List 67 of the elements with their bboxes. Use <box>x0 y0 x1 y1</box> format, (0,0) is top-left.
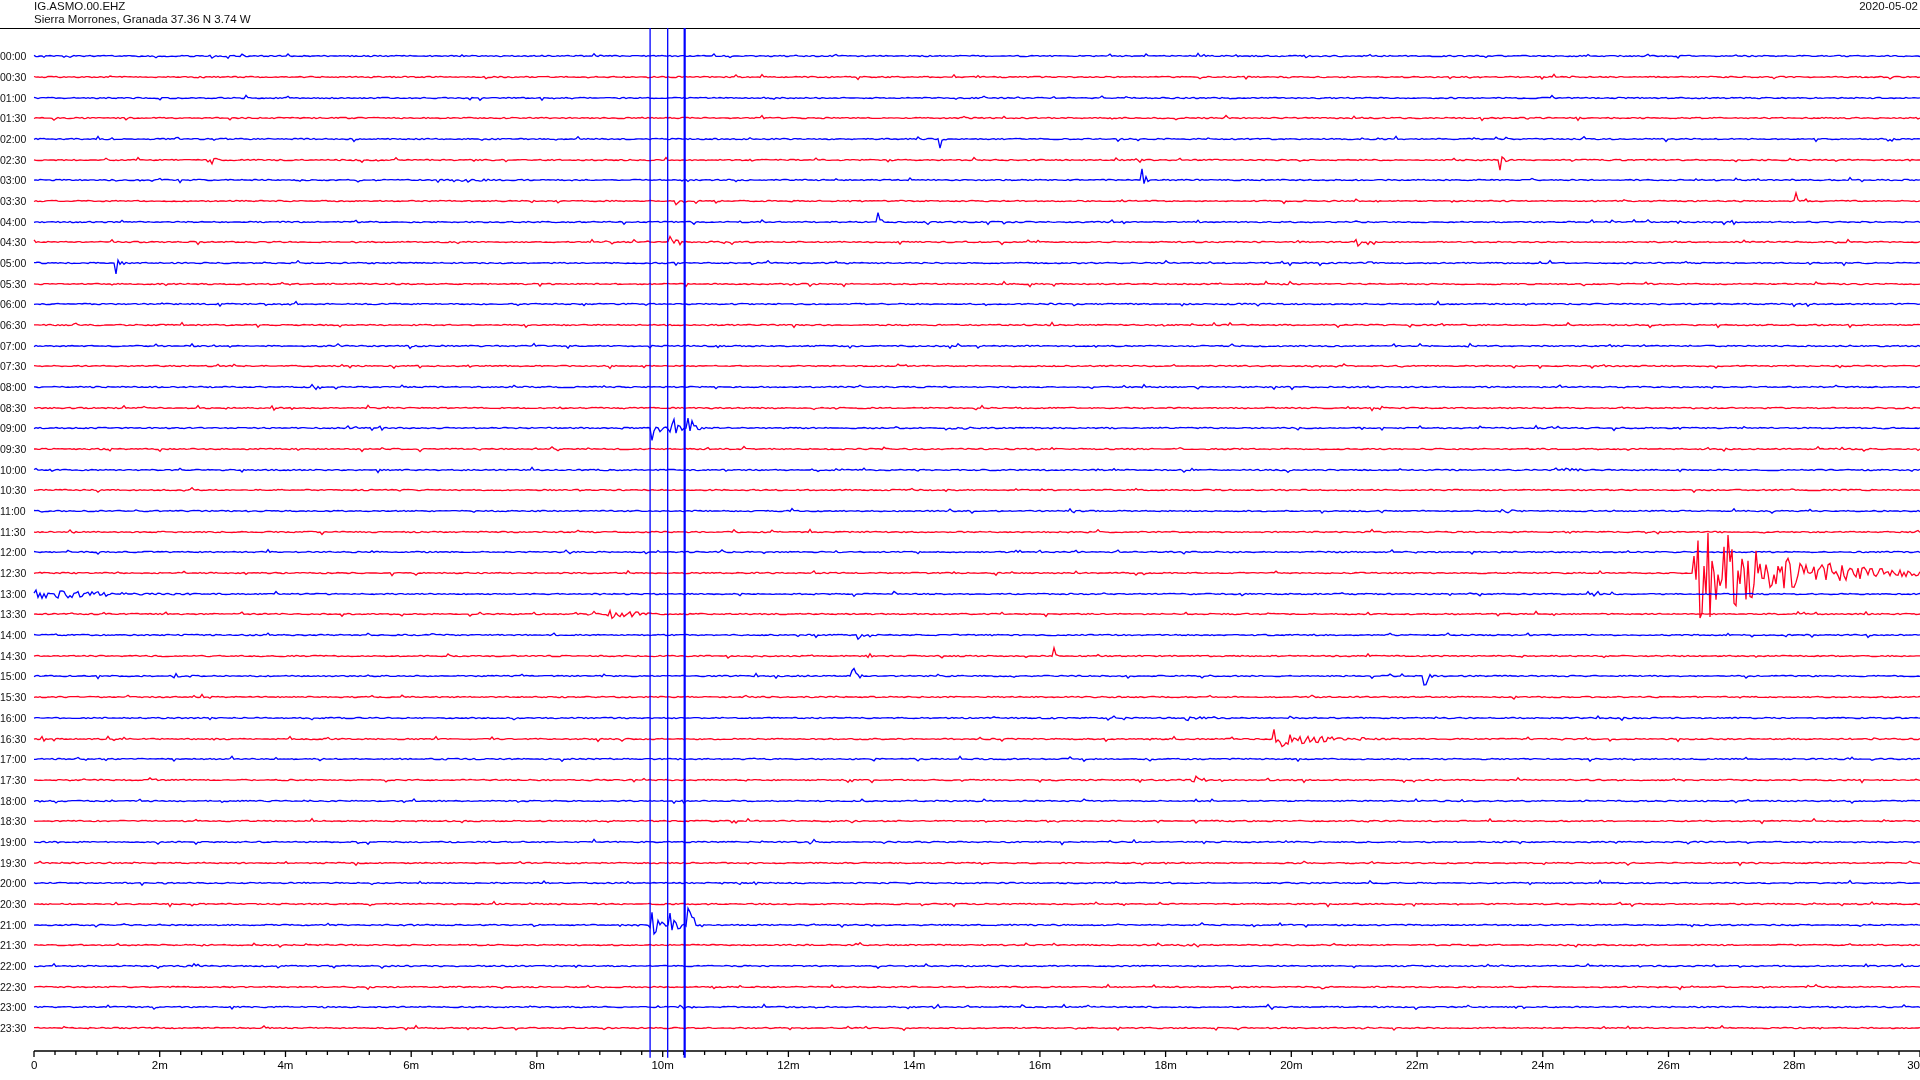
time-label: 07:00 <box>0 339 28 352</box>
time-label: 18:00 <box>0 794 28 807</box>
time-label: 10:30 <box>0 484 28 497</box>
time-label: 23:30 <box>0 1021 28 1034</box>
time-label: 06:30 <box>0 319 28 332</box>
time-label: 18:30 <box>0 815 28 828</box>
time-label: 21:00 <box>0 918 28 931</box>
time-label: 17:30 <box>0 773 28 786</box>
location-text: Sierra Morrones, Granada 37.36 N 3.74 W <box>34 13 251 26</box>
axis-label: 2m <box>151 1059 168 1072</box>
axis-label: 28m <box>1783 1059 1806 1072</box>
date-text: 2020-05-02 <box>1859 0 1919 14</box>
time-label: 03:00 <box>0 174 28 187</box>
time-label: 16:00 <box>0 711 28 724</box>
time-label: 15:00 <box>0 670 28 683</box>
time-label: 22:00 <box>0 959 28 972</box>
time-label: 17:00 <box>0 753 28 766</box>
axis-label: 20m <box>1280 1059 1303 1072</box>
time-label: 14:00 <box>0 629 28 642</box>
time-label: 09:30 <box>0 443 28 456</box>
axis-label: 14m <box>902 1059 926 1072</box>
time-label: 13:00 <box>0 587 28 600</box>
time-label: 23:00 <box>0 1001 28 1014</box>
axis-label: 6m <box>403 1059 420 1072</box>
time-label: 22:30 <box>0 980 28 993</box>
axis-label: 10m <box>651 1059 674 1072</box>
time-label: 04:30 <box>0 236 28 249</box>
time-label: 12:00 <box>0 546 28 559</box>
time-label: 19:00 <box>0 835 28 848</box>
axis-label: 18m <box>1154 1059 1177 1072</box>
axis-label: 22m <box>1405 1059 1429 1072</box>
time-label: 04:00 <box>0 215 28 228</box>
time-label: 14:30 <box>0 649 28 662</box>
time-label: 11:30 <box>0 525 27 538</box>
time-label: 02:30 <box>0 153 28 166</box>
time-label: 09:00 <box>0 422 28 435</box>
time-label: 01:30 <box>0 112 28 125</box>
station-code: IG.ASMO.00.EHZ <box>34 0 127 13</box>
time-label: 03:30 <box>0 195 28 208</box>
time-label: 21:30 <box>0 939 28 952</box>
time-label: 05:00 <box>0 257 28 270</box>
time-label: 08:30 <box>0 401 28 414</box>
time-label: 08:00 <box>0 381 28 394</box>
axis-label: 24m <box>1531 1059 1554 1072</box>
axis-label: 8m <box>528 1059 545 1072</box>
axis-label: 26m <box>1657 1059 1680 1072</box>
time-label: 16:30 <box>0 732 28 745</box>
time-label: 01:00 <box>0 91 28 104</box>
axis-label: 12m <box>777 1059 800 1072</box>
time-label: 10:00 <box>0 463 28 476</box>
axis-label: 4m <box>277 1059 294 1072</box>
time-label: 13:30 <box>0 608 28 621</box>
time-label: 00:30 <box>0 71 28 83</box>
axis-label: 16m <box>1028 1059 1052 1072</box>
time-label: 12:30 <box>0 567 28 580</box>
time-label: 06:00 <box>0 298 28 311</box>
time-label: 15:30 <box>0 691 28 704</box>
time-label: 02:00 <box>0 133 28 145</box>
time-label: 11:00 <box>0 505 27 518</box>
time-label: 05:30 <box>0 277 28 290</box>
axis-label: 0 <box>31 1059 38 1072</box>
axis-label: 30 <box>1907 1059 1920 1072</box>
time-label: 00:00 <box>0 50 28 63</box>
time-label: 20:30 <box>0 897 28 910</box>
time-label: 20:00 <box>0 877 28 890</box>
time-label: 07:30 <box>0 360 28 373</box>
time-label: 19:30 <box>0 856 28 869</box>
